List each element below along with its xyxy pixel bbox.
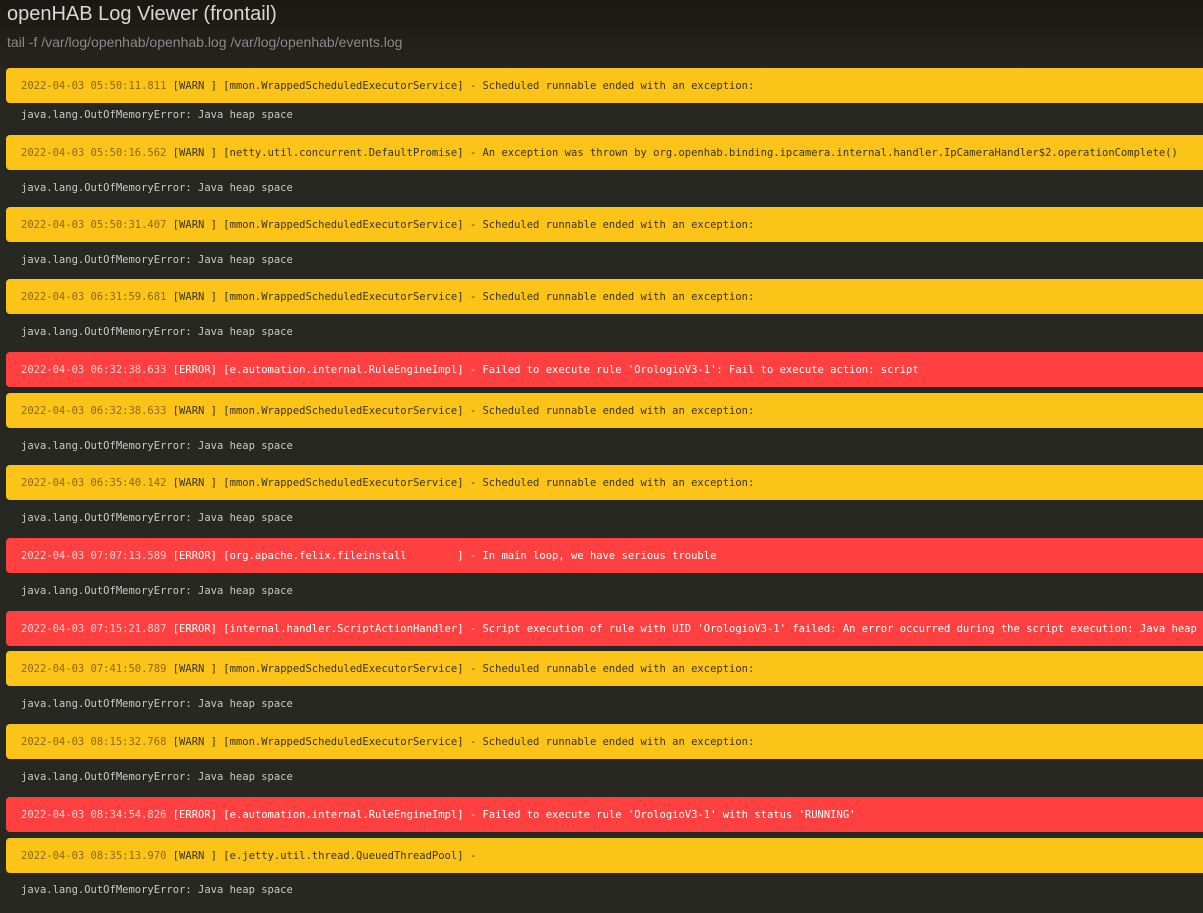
log-detail-line: java.lang.OutOfMemoryError: Java heap sp… xyxy=(6,767,1203,787)
log-entry-warn: 2022-04-03 05:50:11.811 [WARN ] [mmon.Wr… xyxy=(6,68,1203,103)
log-detail-line: java.lang.OutOfMemoryError: Java heap sp… xyxy=(6,694,1203,714)
log-entry-warn: 2022-04-03 05:50:31.407 [WARN ] [mmon.Wr… xyxy=(6,207,1203,242)
log-timestamp: 2022-04-03 07:15:21.887 xyxy=(21,622,167,635)
log-timestamp: 2022-04-03 07:07:13.589 xyxy=(21,549,167,562)
log-timestamp: 2022-04-03 08:15:32.768 xyxy=(21,735,167,748)
log-message: [WARN ] [mmon.WrappedScheduledExecutorSe… xyxy=(172,476,755,489)
log-message: java.lang.OutOfMemoryError: Java heap sp… xyxy=(21,698,293,710)
log-entry-warn: 2022-04-03 06:31:59.681 [WARN ] [mmon.Wr… xyxy=(6,279,1203,314)
log-detail-line: java.lang.OutOfMemoryError: Java heap sp… xyxy=(6,250,1203,270)
log-timestamp: 2022-04-03 06:31:59.681 xyxy=(21,290,167,303)
app-header: openHAB Log Viewer (frontail) tail -f /v… xyxy=(0,0,1203,68)
log-entry-warn: 2022-04-03 08:35:13.970 [WARN ] [e.jetty… xyxy=(6,838,1203,873)
log-entry-warn: 2022-04-03 05:50:16.562 [WARN ] [netty.u… xyxy=(6,135,1203,170)
log-timestamp: 2022-04-03 05:50:31.407 xyxy=(21,218,167,231)
log-detail-line: java.lang.OutOfMemoryError: Java heap sp… xyxy=(6,105,1203,125)
log-message: [ERROR] [org.apache.felix.fileinstall ] … xyxy=(172,549,717,562)
log-output[interactable]: 2022-04-03 05:50:11.811 [WARN ] [mmon.Wr… xyxy=(0,68,1203,913)
log-message: [WARN ] [mmon.WrappedScheduledExecutorSe… xyxy=(172,290,755,303)
log-detail-line: java.lang.OutOfMemoryError: Java heap sp… xyxy=(6,581,1203,601)
log-entry-error: 2022-04-03 06:32:38.633 [ERROR] [e.autom… xyxy=(6,352,1203,387)
log-message: java.lang.OutOfMemoryError: Java heap sp… xyxy=(21,440,293,452)
log-message: [WARN ] [mmon.WrappedScheduledExecutorSe… xyxy=(172,735,755,748)
log-detail-line: java.lang.OutOfMemoryError: Java heap sp… xyxy=(6,880,1203,900)
log-entry-warn: 2022-04-03 07:41:50.789 [WARN ] [mmon.Wr… xyxy=(6,651,1203,686)
log-message: [WARN ] [mmon.WrappedScheduledExecutorSe… xyxy=(172,79,755,92)
log-detail-line: java.lang.OutOfMemoryError: Java heap sp… xyxy=(6,436,1203,456)
log-detail-line: java.lang.OutOfMemoryError: Java heap sp… xyxy=(6,508,1203,528)
page-subtitle: tail -f /var/log/openhab/openhab.log /va… xyxy=(7,34,403,50)
log-message: [WARN ] [mmon.WrappedScheduledExecutorSe… xyxy=(172,218,755,231)
log-message: java.lang.OutOfMemoryError: Java heap sp… xyxy=(21,884,293,896)
log-timestamp: 2022-04-03 05:50:11.811 xyxy=(21,79,167,92)
log-entry-warn: 2022-04-03 06:32:38.633 [WARN ] [mmon.Wr… xyxy=(6,393,1203,428)
log-entry-warn: 2022-04-03 06:35:40.142 [WARN ] [mmon.Wr… xyxy=(6,465,1203,500)
log-message: java.lang.OutOfMemoryError: Java heap sp… xyxy=(21,326,293,338)
log-message: [WARN ] [e.jetty.util.thread.QueuedThrea… xyxy=(172,849,477,862)
log-message: java.lang.OutOfMemoryError: Java heap sp… xyxy=(21,109,293,121)
log-timestamp: 2022-04-03 07:41:50.789 xyxy=(21,662,167,675)
log-message: java.lang.OutOfMemoryError: Java heap sp… xyxy=(21,254,293,266)
log-timestamp: 2022-04-03 05:50:16.562 xyxy=(21,146,167,159)
log-message: java.lang.OutOfMemoryError: Java heap sp… xyxy=(21,585,293,597)
log-message: [ERROR] [e.automation.internal.RuleEngin… xyxy=(172,363,919,376)
log-timestamp: 2022-04-03 06:32:38.633 xyxy=(21,404,167,417)
log-message: [ERROR] [e.automation.internal.RuleEngin… xyxy=(172,808,856,821)
log-entry-warn: 2022-04-03 08:15:32.768 [WARN ] [mmon.Wr… xyxy=(6,724,1203,759)
log-message: java.lang.OutOfMemoryError: Java heap sp… xyxy=(21,771,293,783)
log-message: [ERROR] [internal.handler.ScriptActionHa… xyxy=(172,622,1203,635)
log-message: java.lang.OutOfMemoryError: Java heap sp… xyxy=(21,512,293,524)
log-detail-line: java.lang.OutOfMemoryError: Java heap sp… xyxy=(6,178,1203,198)
log-message: [WARN ] [mmon.WrappedScheduledExecutorSe… xyxy=(172,662,755,675)
log-entry-error: 2022-04-03 07:15:21.887 [ERROR] [interna… xyxy=(6,611,1203,646)
log-detail-line: java.lang.OutOfMemoryError: Java heap sp… xyxy=(6,322,1203,342)
log-message: [WARN ] [netty.util.concurrent.DefaultPr… xyxy=(172,146,1178,159)
log-timestamp: 2022-04-03 06:32:38.633 xyxy=(21,363,167,376)
page-title: openHAB Log Viewer (frontail) xyxy=(7,3,277,25)
log-entry-error: 2022-04-03 07:07:13.589 [ERROR] [org.apa… xyxy=(6,538,1203,573)
log-timestamp: 2022-04-03 06:35:40.142 xyxy=(21,476,167,489)
log-timestamp: 2022-04-03 08:35:13.970 xyxy=(21,849,167,862)
log-entry-error: 2022-04-03 08:34:54.826 [ERROR] [e.autom… xyxy=(6,797,1203,832)
log-message: [WARN ] [mmon.WrappedScheduledExecutorSe… xyxy=(172,404,755,417)
log-timestamp: 2022-04-03 08:34:54.826 xyxy=(21,808,167,821)
log-message: java.lang.OutOfMemoryError: Java heap sp… xyxy=(21,182,293,194)
